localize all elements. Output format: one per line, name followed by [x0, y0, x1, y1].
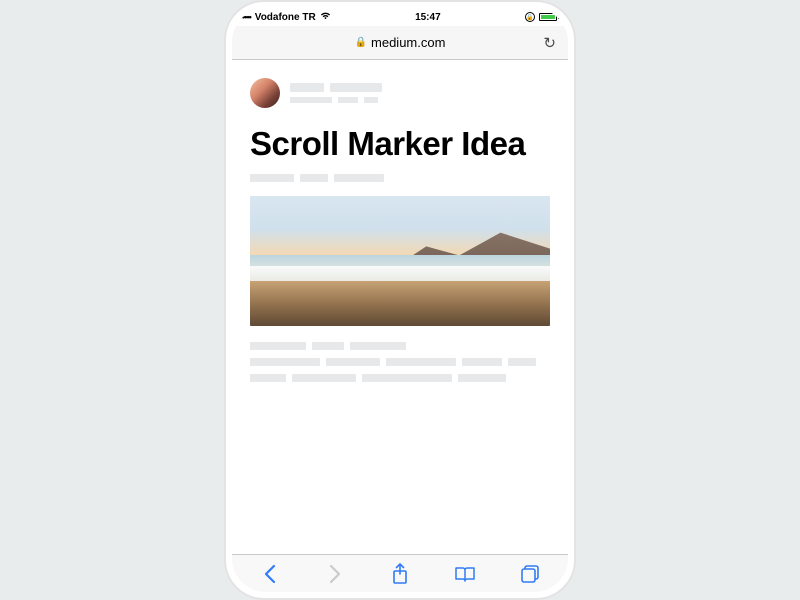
paragraph-placeholder: [250, 342, 550, 382]
skeleton-block: [326, 358, 380, 366]
author-meta-placeholder: [290, 83, 382, 103]
forward-button: [323, 562, 347, 586]
hero-image: [250, 196, 550, 326]
skeleton-block: [300, 174, 328, 182]
status-left: ••••• Vodafone TR: [240, 11, 331, 23]
orientation-lock-icon: 🔒: [525, 12, 535, 22]
skeleton-block: [458, 374, 506, 382]
skeleton-block: [364, 97, 378, 103]
safari-toolbar: [232, 554, 568, 592]
skeleton-block: [312, 342, 344, 350]
wifi-icon: [320, 11, 331, 23]
skeleton-block: [250, 342, 306, 350]
page-content[interactable]: Scroll Marker Idea: [232, 60, 568, 554]
article-subtitle-placeholder: [250, 174, 550, 182]
skeleton-block: [330, 83, 382, 92]
skeleton-block: [462, 358, 502, 366]
reload-button[interactable]: ↻: [543, 34, 556, 52]
back-button[interactable]: [258, 562, 282, 586]
signal-strength-icon: •••••: [240, 12, 251, 22]
skeleton-block: [386, 358, 456, 366]
skeleton-block: [290, 83, 324, 92]
skeleton-block: [334, 174, 384, 182]
url-domain: medium.com: [371, 35, 445, 50]
status-right: 🔒: [525, 12, 560, 22]
author-byline[interactable]: [250, 78, 550, 108]
article-title: Scroll Marker Idea: [250, 126, 550, 162]
status-time: 15:47: [415, 12, 441, 23]
skeleton-block: [362, 374, 452, 382]
battery-icon: [539, 13, 560, 21]
skeleton-block: [350, 342, 406, 350]
phone-device-frame: ••••• Vodafone TR 15:47 🔒 🔒 medium.com ↻: [224, 0, 576, 600]
tabs-button[interactable]: [518, 562, 542, 586]
skeleton-block: [250, 174, 294, 182]
browser-url-bar[interactable]: 🔒 medium.com ↻: [232, 26, 568, 60]
phone-screen: ••••• Vodafone TR 15:47 🔒 🔒 medium.com ↻: [232, 8, 568, 592]
bookmarks-button[interactable]: [453, 562, 477, 586]
share-button[interactable]: [388, 562, 412, 586]
skeleton-block: [292, 374, 356, 382]
carrier-label: Vodafone TR: [255, 12, 316, 23]
skeleton-block: [508, 358, 536, 366]
skeleton-block: [338, 97, 358, 103]
status-bar: ••••• Vodafone TR 15:47 🔒: [232, 8, 568, 26]
lock-icon: 🔒: [355, 37, 367, 48]
skeleton-block: [250, 374, 286, 382]
avatar[interactable]: [250, 78, 280, 108]
skeleton-block: [250, 358, 320, 366]
skeleton-block: [290, 97, 332, 103]
